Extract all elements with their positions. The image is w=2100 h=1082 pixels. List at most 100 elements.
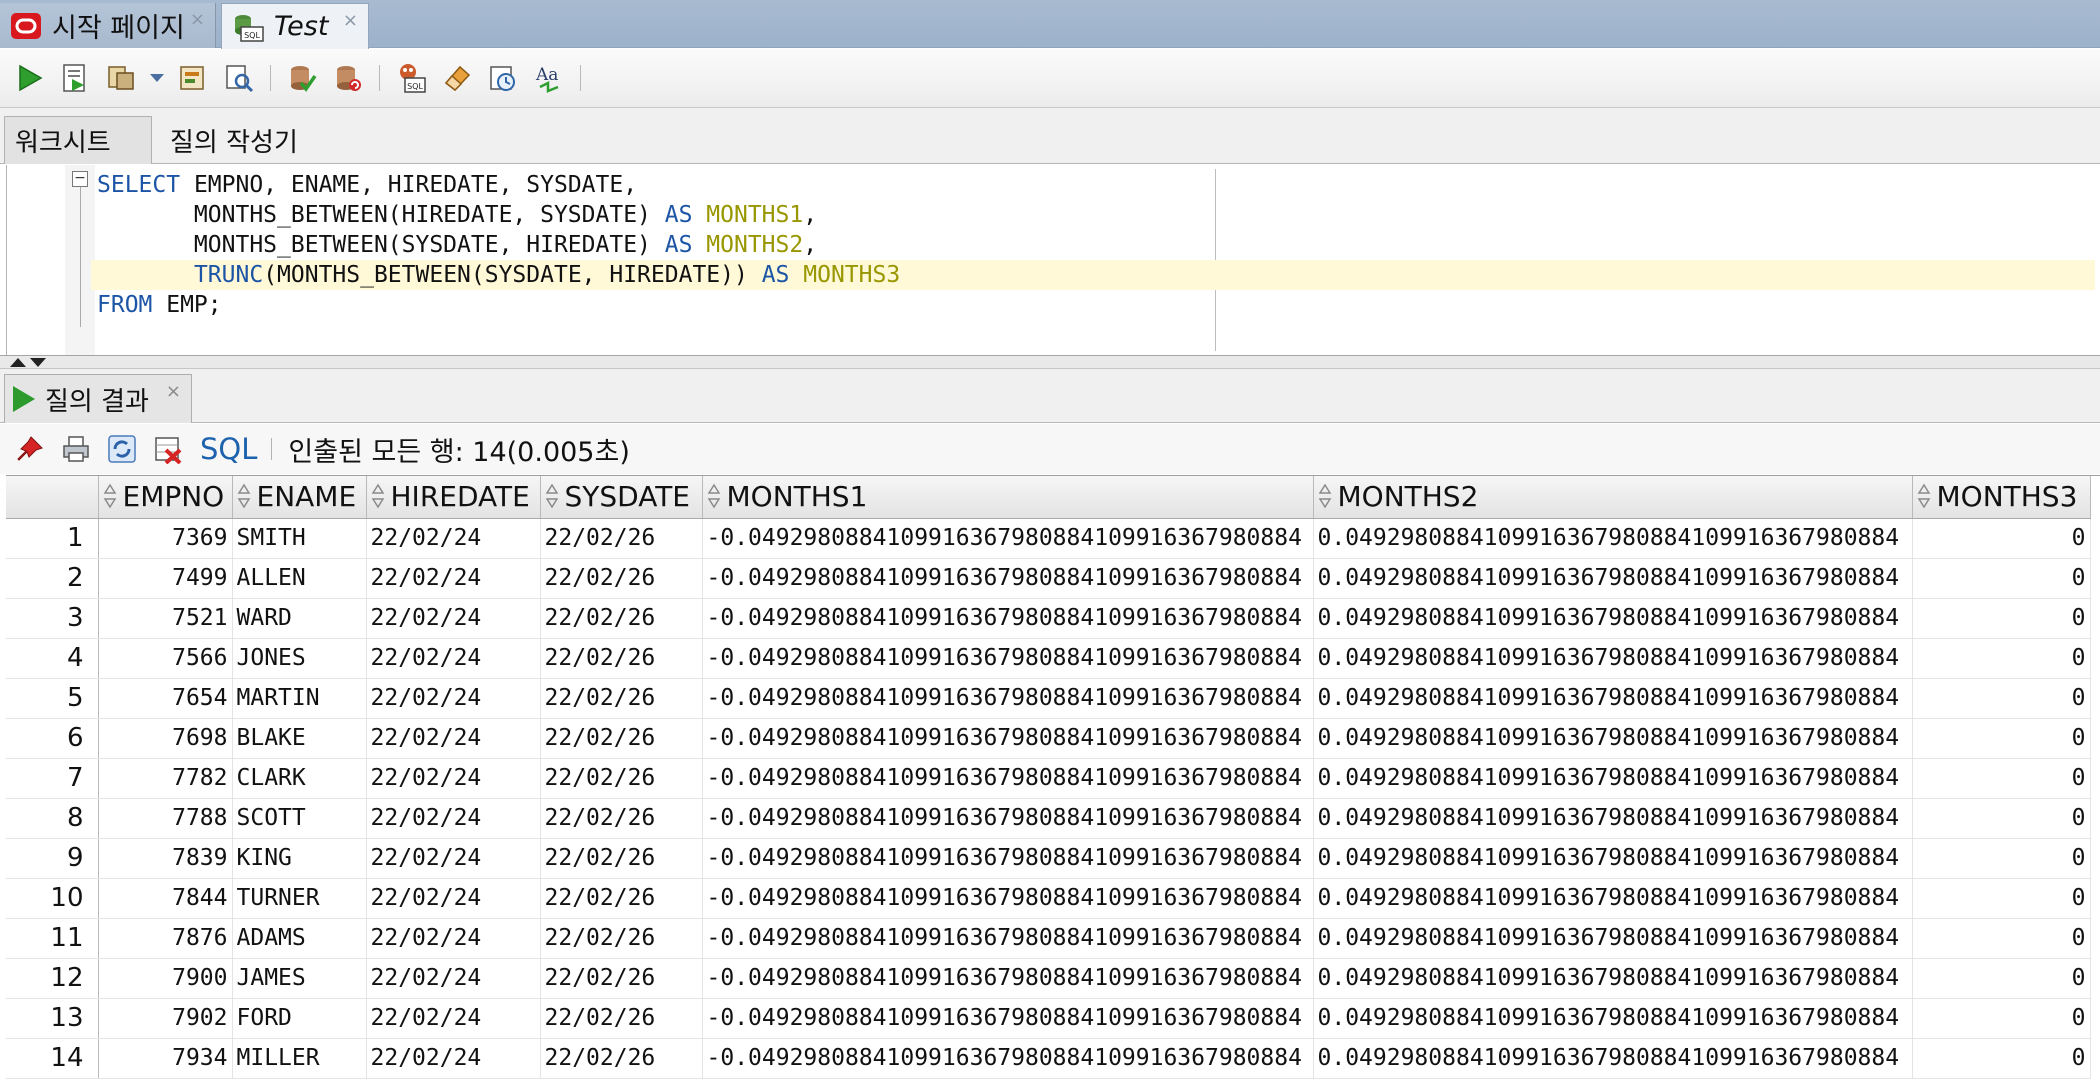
row-number[interactable]: 10: [6, 878, 99, 919]
table-row[interactable]: 5 7654 MARTIN 22/02/24 22/02/26 -0.0492980884…: [6, 678, 2091, 719]
cell-months2[interactable]: 0.04929808841099163679808841099163679808…: [1313, 678, 1913, 719]
cell-months3[interactable]: 0: [1912, 758, 2091, 799]
cell-months2[interactable]: 0.04929808841099163679808841099163679808…: [1313, 878, 1913, 919]
cell-months2[interactable]: 0.04929808841099163679808841099163679808…: [1313, 758, 1913, 799]
table-row[interactable]: 6 7698 BLAKE 22/02/24 22/02/26 -0.04929808841…: [6, 718, 2091, 759]
commit-button[interactable]: [283, 59, 321, 97]
cell-months3[interactable]: 0: [1912, 678, 2091, 719]
unshared-sql-button[interactable]: SQL: [392, 59, 430, 97]
row-number[interactable]: 3: [6, 598, 99, 639]
cell-months1[interactable]: -0.0492980884109916367980884109916367980…: [702, 918, 1314, 959]
cell-months3[interactable]: 0: [1912, 958, 2091, 999]
cell-empno[interactable]: 7521: [98, 598, 233, 639]
cell-sysdate[interactable]: 22/02/26: [540, 758, 703, 799]
code-line[interactable]: MONTHS_BETWEEN(HIREDATE, SYSDATE) AS MON…: [97, 200, 2095, 230]
fold-toggle-icon[interactable]: −: [72, 171, 88, 187]
cell-hiredate[interactable]: 22/02/24: [366, 718, 541, 759]
sql-editor[interactable]: − SELECT EMPNO, ENAME, HIREDATE, SYSDATE…: [6, 165, 2100, 355]
cell-months1[interactable]: -0.0492980884109916367980884109916367980…: [702, 958, 1314, 999]
history-button[interactable]: [484, 59, 522, 97]
cell-ename[interactable]: JONES: [232, 638, 367, 679]
sort-icon[interactable]: [103, 481, 117, 511]
clear-button[interactable]: [438, 59, 476, 97]
sort-icon[interactable]: [707, 481, 721, 511]
autotrace-button[interactable]: [102, 59, 140, 97]
cell-months3[interactable]: 0: [1912, 718, 2091, 759]
table-row[interactable]: 4 7566 JONES 22/02/24 22/02/26 -0.04929808841…: [6, 638, 2091, 679]
cell-sysdate[interactable]: 22/02/26: [540, 678, 703, 719]
cell-months1[interactable]: -0.0492980884109916367980884109916367980…: [702, 1038, 1314, 1079]
cell-sysdate[interactable]: 22/02/26: [540, 838, 703, 879]
cell-months2[interactable]: 0.04929808841099163679808841099163679808…: [1313, 558, 1913, 599]
row-number[interactable]: 2: [6, 558, 99, 599]
cell-sysdate[interactable]: 22/02/26: [540, 638, 703, 679]
cell-hiredate[interactable]: 22/02/24: [366, 638, 541, 679]
sort-icon[interactable]: [1917, 481, 1931, 511]
column-header-sysdate[interactable]: SYSDATE: [540, 476, 703, 519]
cell-empno[interactable]: 7782: [98, 758, 233, 799]
cell-hiredate[interactable]: 22/02/24: [366, 598, 541, 639]
cell-months3[interactable]: 0: [1912, 998, 2091, 1039]
tab-worksheet[interactable]: 워크시트: [4, 116, 152, 164]
cell-ename[interactable]: FORD: [232, 998, 367, 1039]
cell-sysdate[interactable]: 22/02/26: [540, 718, 703, 759]
cell-ename[interactable]: ALLEN: [232, 558, 367, 599]
code-line[interactable]: FROM EMP;: [97, 290, 2095, 320]
run-statement-button[interactable]: [10, 59, 48, 97]
cell-hiredate[interactable]: 22/02/24: [366, 878, 541, 919]
table-row[interactable]: 9 7839 KING 22/02/24 22/02/26 -0.049298088410…: [6, 838, 2091, 879]
run-script-button[interactable]: [56, 59, 94, 97]
cell-months1[interactable]: -0.0492980884109916367980884109916367980…: [702, 678, 1314, 719]
cell-months2[interactable]: 0.04929808841099163679808841099163679808…: [1313, 998, 1913, 1039]
cell-sysdate[interactable]: 22/02/26: [540, 998, 703, 1039]
table-row[interactable]: 10 7844 TURNER 22/02/24 22/02/26 -0.049298088…: [6, 878, 2091, 919]
cell-ename[interactable]: MILLER: [232, 1038, 367, 1079]
cell-months3[interactable]: 0: [1912, 518, 2091, 559]
cell-hiredate[interactable]: 22/02/24: [366, 758, 541, 799]
cell-empno[interactable]: 7566: [98, 638, 233, 679]
row-number[interactable]: 14: [6, 1038, 99, 1079]
explain-plan-button[interactable]: [174, 59, 212, 97]
cell-ename[interactable]: WARD: [232, 598, 367, 639]
row-number[interactable]: 6: [6, 718, 99, 759]
cell-sysdate[interactable]: 22/02/26: [540, 1038, 703, 1079]
cell-months1[interactable]: -0.0492980884109916367980884109916367980…: [702, 558, 1314, 599]
column-header-empno[interactable]: EMPNO: [98, 476, 233, 519]
cell-months3[interactable]: 0: [1912, 558, 2091, 599]
table-row[interactable]: 14 7934 MILLER 22/02/24 22/02/26 -0.049298088…: [6, 1038, 2091, 1079]
cell-ename[interactable]: JAMES: [232, 958, 367, 999]
code-line[interactable]: MONTHS_BETWEEN(SYSDATE, HIREDATE) AS MON…: [97, 230, 2095, 260]
table-row[interactable]: 7 7782 CLARK 22/02/24 22/02/26 -0.04929808841…: [6, 758, 2091, 799]
cell-empno[interactable]: 7369: [98, 518, 233, 559]
cell-months2[interactable]: 0.04929808841099163679808841099163679808…: [1313, 638, 1913, 679]
column-header-months3[interactable]: MONTHS3: [1912, 476, 2091, 519]
cell-empno[interactable]: 7934: [98, 1038, 233, 1079]
pane-splitter[interactable]: [0, 355, 2100, 369]
cell-hiredate[interactable]: 22/02/24: [366, 838, 541, 879]
cell-months2[interactable]: 0.04929808841099163679808841099163679808…: [1313, 518, 1913, 559]
tab-query-result[interactable]: 질의 결과 ×: [4, 374, 192, 423]
table-row[interactable]: 2 7499 ALLEN 22/02/24 22/02/26 -0.04929808841…: [6, 558, 2091, 599]
cell-sysdate[interactable]: 22/02/26: [540, 558, 703, 599]
cell-hiredate[interactable]: 22/02/24: [366, 1038, 541, 1079]
cell-ename[interactable]: KING: [232, 838, 367, 879]
cell-months2[interactable]: 0.04929808841099163679808841099163679808…: [1313, 918, 1913, 959]
cell-months1[interactable]: -0.0492980884109916367980884109916367980…: [702, 638, 1314, 679]
sort-icon[interactable]: [545, 481, 559, 511]
cell-months1[interactable]: -0.0492980884109916367980884109916367980…: [702, 718, 1314, 759]
cell-ename[interactable]: CLARK: [232, 758, 367, 799]
cell-empno[interactable]: 7902: [98, 998, 233, 1039]
column-header-months2[interactable]: MONTHS2: [1313, 476, 1913, 519]
cell-ename[interactable]: SCOTT: [232, 798, 367, 839]
cell-months3[interactable]: 0: [1912, 798, 2091, 839]
cell-ename[interactable]: SMITH: [232, 518, 367, 559]
cell-empno[interactable]: 7839: [98, 838, 233, 879]
cell-hiredate[interactable]: 22/02/24: [366, 998, 541, 1039]
close-icon[interactable]: ×: [343, 10, 358, 31]
cell-ename[interactable]: ADAMS: [232, 918, 367, 959]
print-button[interactable]: [58, 431, 94, 467]
cell-hiredate[interactable]: 22/02/24: [366, 558, 541, 599]
cancel-fetch-button[interactable]: [150, 431, 186, 467]
row-number[interactable]: 1: [6, 518, 99, 559]
table-row[interactable]: 12 7900 JAMES 22/02/24 22/02/26 -0.0492980884…: [6, 958, 2091, 999]
